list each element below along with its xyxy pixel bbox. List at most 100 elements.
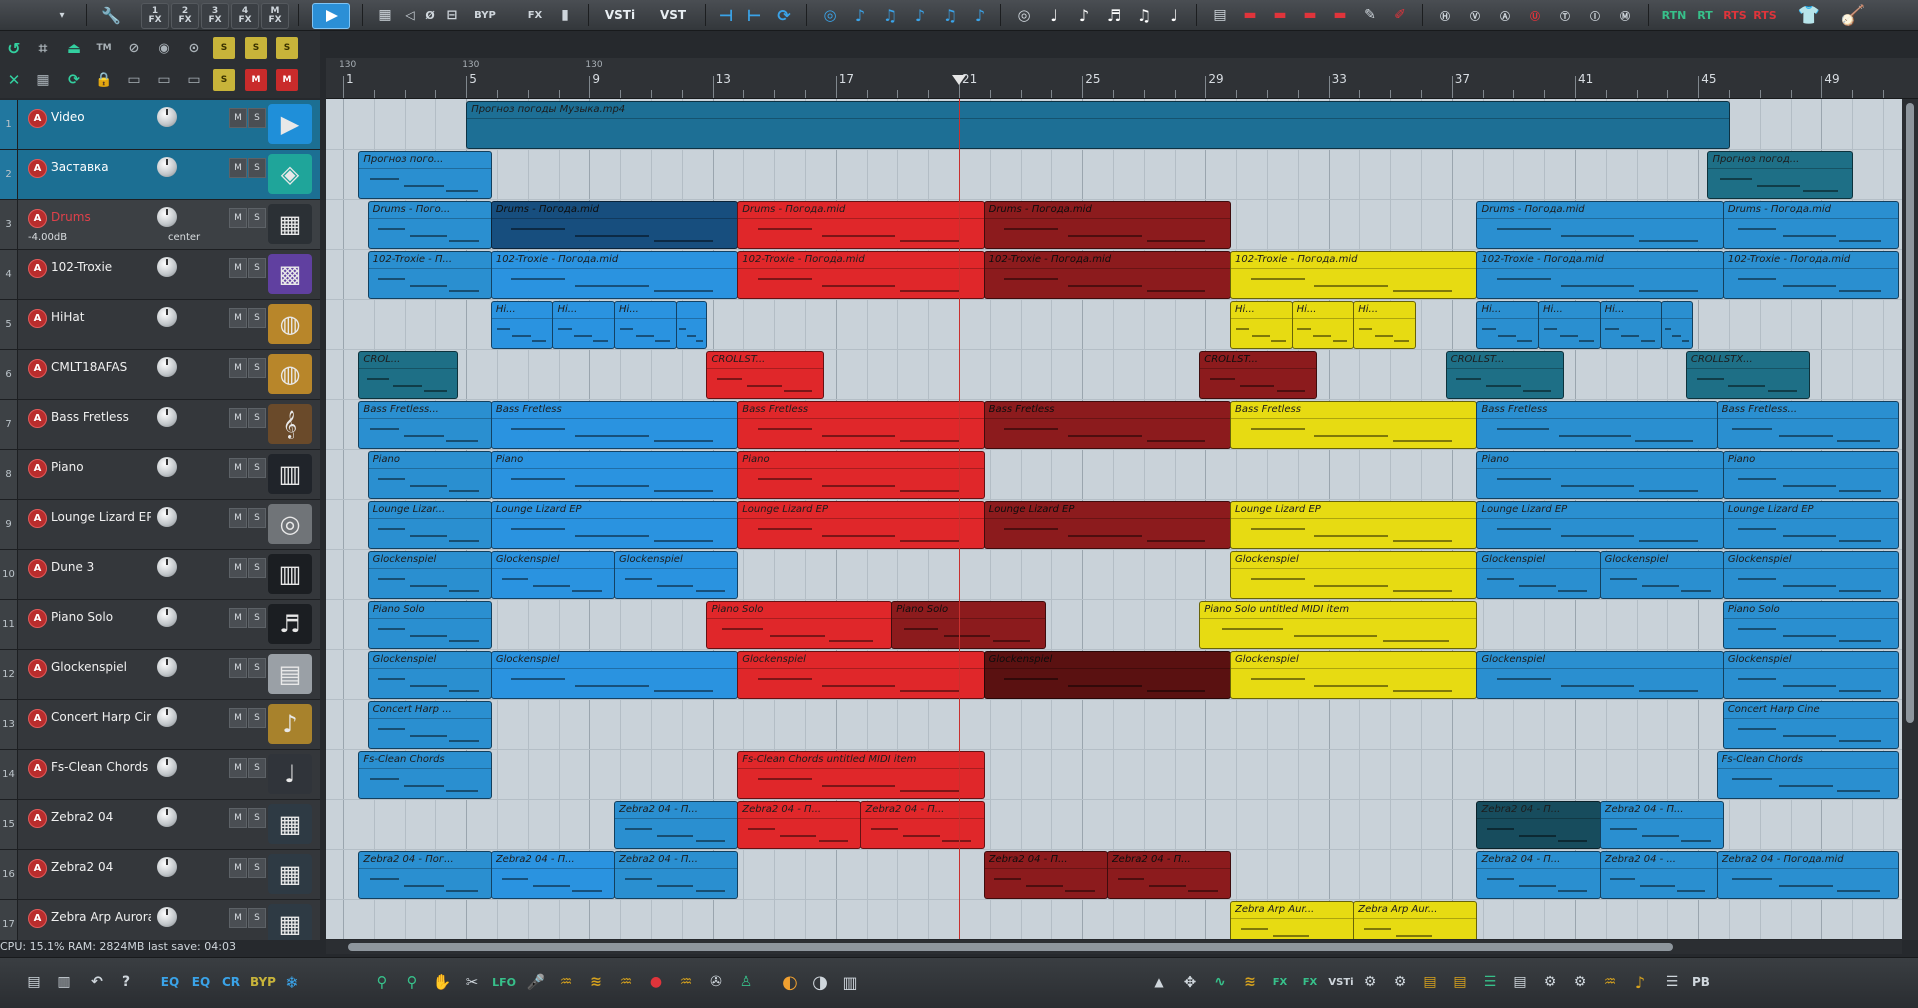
media-item[interactable]: Drums - Погода.mid bbox=[1722, 201, 1900, 249]
media-item[interactable]: CROL... bbox=[358, 351, 458, 399]
bypass-button[interactable]: BYP bbox=[248, 970, 278, 994]
crop-icon[interactable]: ⌗ bbox=[32, 37, 54, 59]
arm-button[interactable]: A bbox=[28, 559, 47, 578]
arm-button[interactable]: A bbox=[28, 459, 47, 478]
reel-icon[interactable]: ✇ bbox=[704, 970, 728, 994]
tune-icon[interactable]: ♒ bbox=[1598, 970, 1622, 994]
solo-all-button[interactable]: S bbox=[213, 37, 235, 59]
tempo-marker[interactable]: 130 bbox=[462, 60, 479, 70]
media-item[interactable]: Прогноз погод... bbox=[1707, 151, 1854, 199]
media-item[interactable]: Zebra Arp Aur... bbox=[1230, 901, 1355, 939]
v-icon[interactable]: Ⓥ bbox=[1464, 3, 1486, 27]
hand-icon[interactable]: ✋ bbox=[430, 970, 454, 994]
person-icon[interactable]: ♙ bbox=[734, 970, 758, 994]
electric-guitar-icon[interactable]: ♩ bbox=[268, 754, 312, 794]
track-header[interactable]: 3 A Drums M S ▦ -4.00dB center bbox=[0, 200, 320, 250]
piano-keys-icon[interactable]: ▥ bbox=[838, 970, 862, 994]
volume-knob[interactable] bbox=[157, 157, 177, 177]
grid-icon[interactable]: ▦ bbox=[375, 3, 395, 27]
mute-button[interactable]: M bbox=[229, 458, 247, 478]
folder-icon[interactable]: ▤ bbox=[1508, 970, 1532, 994]
media-item[interactable] bbox=[675, 301, 708, 349]
track-name[interactable]: Piano bbox=[51, 459, 151, 476]
volume-knob[interactable] bbox=[157, 507, 177, 527]
mute-button[interactable]: M bbox=[229, 658, 247, 678]
media-item[interactable]: Lounge Lizard EP bbox=[983, 501, 1232, 549]
io-icon[interactable]: ⊟ bbox=[442, 3, 462, 27]
arm-button[interactable]: A bbox=[28, 309, 47, 328]
track-header[interactable]: 1 A Video M S ▶ bbox=[0, 100, 320, 150]
add-vst-button[interactable]: VST bbox=[655, 3, 691, 27]
zoom-icon[interactable]: ◎ bbox=[1012, 3, 1036, 27]
mute-button[interactable]: M bbox=[229, 208, 247, 228]
mute-button[interactable]: M bbox=[229, 758, 247, 778]
media-item[interactable]: Bass Fretless... bbox=[358, 401, 492, 449]
m-icon[interactable]: Ⓜ bbox=[1614, 3, 1636, 27]
tm-button[interactable]: TM bbox=[93, 37, 115, 59]
notes-icon[interactable]: ♫ bbox=[878, 3, 902, 27]
lfo-button[interactable]: LFO bbox=[490, 970, 518, 994]
media-item[interactable]: Glockenspiel bbox=[737, 651, 985, 699]
track-name[interactable]: Dune 3 bbox=[51, 559, 151, 576]
media-item[interactable]: Glockenspiel bbox=[367, 551, 492, 599]
arm-button[interactable]: A bbox=[28, 509, 47, 528]
media-item[interactable]: Hi... bbox=[490, 301, 554, 349]
mute-button[interactable]: M bbox=[229, 508, 247, 528]
media-item[interactable]: Bass Fretless bbox=[1230, 401, 1478, 449]
mute-button[interactable]: M bbox=[229, 908, 247, 928]
track-lane[interactable] bbox=[326, 149, 1902, 200]
media-item[interactable]: Zebra2 04 - П... bbox=[1106, 851, 1232, 899]
i-icon[interactable]: Ⓘ bbox=[1584, 3, 1606, 27]
remove-track-icon[interactable]: ▬ bbox=[1298, 3, 1322, 27]
arm-button[interactable]: A bbox=[28, 109, 47, 128]
mute-button[interactable]: M bbox=[229, 808, 247, 828]
help-icon[interactable]: ? bbox=[114, 970, 138, 994]
media-item[interactable]: CROLLST... bbox=[1199, 351, 1318, 399]
solo-button[interactable]: S bbox=[248, 558, 266, 578]
media-item[interactable]: Glockenspiel bbox=[367, 651, 492, 699]
grid-icon[interactable]: ▦ bbox=[32, 69, 54, 91]
media-item[interactable]: Lounge Lizard EP bbox=[737, 501, 985, 549]
media-item[interactable]: Zebra2 04 - П... bbox=[1476, 851, 1601, 899]
track-name[interactable]: Piano Solo bbox=[51, 609, 151, 626]
track-name[interactable]: Bass Fretless bbox=[51, 409, 151, 426]
solo-button[interactable]: S bbox=[248, 608, 266, 628]
ep-logo-icon[interactable]: ◎ bbox=[268, 504, 312, 544]
track-name[interactable]: Заставка bbox=[51, 159, 151, 176]
trim-icon[interactable]: ⊢ bbox=[742, 3, 766, 27]
note-icon[interactable]: ♪ bbox=[968, 3, 992, 27]
remove-track-icon[interactable]: ▬ bbox=[1268, 3, 1292, 27]
note-icon[interactable]: ♪ bbox=[1628, 970, 1652, 994]
media-item[interactable]: 102-Troxie - Погода.mid bbox=[737, 251, 985, 299]
snowflake-icon[interactable]: ❄ bbox=[280, 970, 304, 994]
track-name[interactable]: Lounge Lizard EP bbox=[51, 509, 151, 526]
media-item[interactable]: Glockenspiel bbox=[614, 551, 739, 599]
solo-button[interactable]: S bbox=[248, 758, 266, 778]
track-lane[interactable] bbox=[326, 749, 1902, 800]
piano-icon[interactable]: ▥ bbox=[268, 454, 312, 494]
tempo-marker[interactable]: 130 bbox=[339, 60, 356, 70]
dotted-note-icon[interactable]: ♩ bbox=[1162, 3, 1186, 27]
solo-group-button[interactable]: S bbox=[245, 37, 267, 59]
media-item[interactable]: Fs-Clean Chords untitled MIDI item bbox=[737, 751, 985, 799]
media-item[interactable]: 102-Troxie - Погода.mid bbox=[1722, 251, 1900, 299]
midi-icon[interactable]: ▥ bbox=[52, 970, 76, 994]
fx-key-1[interactable]: 1 FX bbox=[141, 3, 169, 29]
media-item[interactable]: Lounge Lizard EP bbox=[1230, 501, 1478, 549]
track-lane[interactable] bbox=[326, 699, 1902, 750]
media-item[interactable]: Hi... bbox=[1291, 301, 1355, 349]
rts-button[interactable]: RTS bbox=[1722, 3, 1748, 27]
knob-icon[interactable]: ⚙ bbox=[1358, 970, 1382, 994]
media-item[interactable]: CROLLSTX... bbox=[1685, 351, 1811, 399]
track-header[interactable]: 16 A Zebra2 04 M S ▦ bbox=[0, 850, 320, 900]
media-item[interactable]: Lounge Lizar... bbox=[367, 501, 492, 549]
mute-button[interactable]: M bbox=[229, 308, 247, 328]
zebra-synth-icon[interactable]: ▦ bbox=[268, 854, 312, 894]
arm-button[interactable]: A bbox=[28, 609, 47, 628]
bypass-button[interactable]: BYP bbox=[470, 3, 500, 27]
microphone-icon[interactable]: 🎤 bbox=[524, 970, 548, 994]
media-item[interactable]: Zebra2 04 - П... bbox=[737, 801, 862, 849]
arm-button[interactable]: A bbox=[28, 759, 47, 778]
cymbal-icon[interactable]: ◍ bbox=[268, 304, 312, 344]
record-icon[interactable]: ● bbox=[644, 970, 668, 994]
